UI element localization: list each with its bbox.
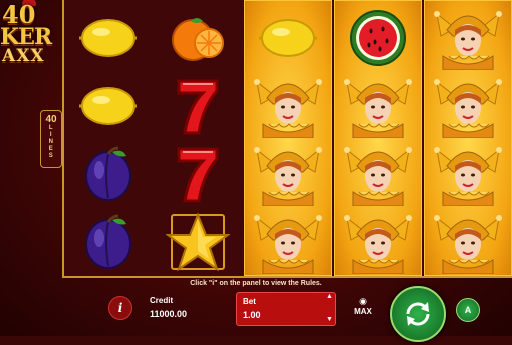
joker-symbol-icon — [244, 72, 332, 140]
joker-symbol-icon — [424, 208, 512, 276]
star-symbol-icon — [154, 208, 242, 276]
bet-label: Bet — [243, 297, 256, 306]
bet-decrease-icon[interactable]: ▼ — [326, 316, 333, 323]
plum-symbol-icon — [64, 208, 152, 276]
game-screen: 40 KER AXX 40 LINES Click "i" on the pan… — [0, 0, 512, 342]
seven-symbol-icon — [154, 72, 242, 140]
lines-badge: 40 LINES — [40, 110, 62, 168]
credit-label: Credit — [150, 296, 174, 305]
orange-symbol-icon — [154, 4, 242, 72]
reel-5 — [424, 0, 512, 276]
reels-area[interactable] — [62, 0, 512, 278]
plum-symbol-icon — [64, 140, 152, 208]
lemon-symbol-icon — [244, 4, 332, 72]
joker-symbol-icon — [424, 4, 512, 72]
bet-selector[interactable]: Bet 1.00 — [236, 292, 336, 326]
joker-symbol-icon — [334, 72, 422, 140]
game-logo: 40 KER AXX — [0, 0, 62, 70]
lemon-symbol-icon — [64, 72, 152, 140]
joker-symbol-icon — [424, 72, 512, 140]
lines-word: LINES — [48, 125, 54, 159]
info-button[interactable]: i — [108, 296, 132, 320]
watermelon-symbol-icon — [334, 4, 422, 72]
joker-symbol-icon — [244, 208, 332, 276]
rules-hint: Click "i" on the panel to view the Rules… — [190, 280, 322, 287]
logo-line-3: AXX — [2, 46, 45, 66]
joker-symbol-icon — [334, 208, 422, 276]
coins-icon: ◉ — [359, 296, 367, 306]
joker-symbol-icon — [244, 140, 332, 208]
joker-symbol-icon — [334, 140, 422, 208]
reel-4 — [334, 0, 422, 276]
reel-2 — [154, 0, 242, 276]
credit-value: 11000.00 — [150, 309, 188, 319]
spin-button[interactable] — [390, 286, 446, 342]
max-bet-button[interactable]: ◉ MAX — [350, 296, 376, 324]
lemon-symbol-icon — [64, 4, 152, 72]
bet-value: 1.00 — [243, 310, 261, 320]
spin-arrows-icon — [406, 302, 430, 326]
seven-symbol-icon — [154, 140, 242, 208]
joker-symbol-icon — [424, 140, 512, 208]
lines-count: 40 — [45, 114, 57, 125]
credit-display: Credit 11000.00 — [150, 296, 187, 319]
bet-increase-icon[interactable]: ▲ — [326, 293, 333, 300]
autoplay-button[interactable]: A — [456, 298, 480, 322]
max-bet-label: MAX — [354, 307, 372, 316]
reel-3 — [244, 0, 332, 276]
reel-1 — [64, 0, 152, 276]
